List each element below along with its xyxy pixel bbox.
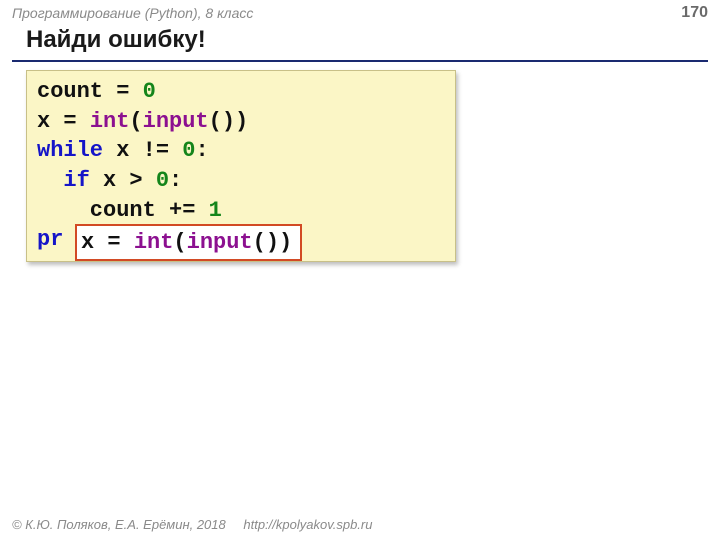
page-number: 170 xyxy=(681,4,708,22)
title-underline xyxy=(12,60,708,62)
footer: © К.Ю. Поляков, Е.А. Ерёмин, 2018 http:/… xyxy=(12,517,372,532)
slide-title: Найди ошибку! xyxy=(0,24,720,60)
code-line-2: x = int(input()) xyxy=(37,107,445,137)
course-label: Программирование (Python), 8 класс xyxy=(12,5,253,21)
footer-url: http://kpolyakov.spb.ru xyxy=(243,517,372,532)
code-line-3: while x != 0: xyxy=(37,136,445,166)
code-line-5: count += 1 xyxy=(37,196,445,226)
copyright: © К.Ю. Поляков, Е.А. Ерёмин, 2018 xyxy=(12,517,226,532)
header-bar: Программирование (Python), 8 класс 170 xyxy=(0,0,720,24)
code-block: count = 0 x = int(input()) while x != 0:… xyxy=(26,70,456,262)
code-line-1: count = 0 xyxy=(37,77,445,107)
code-line-4: if x > 0: xyxy=(37,166,445,196)
correction-overlay: x = int(input()) xyxy=(75,224,302,261)
